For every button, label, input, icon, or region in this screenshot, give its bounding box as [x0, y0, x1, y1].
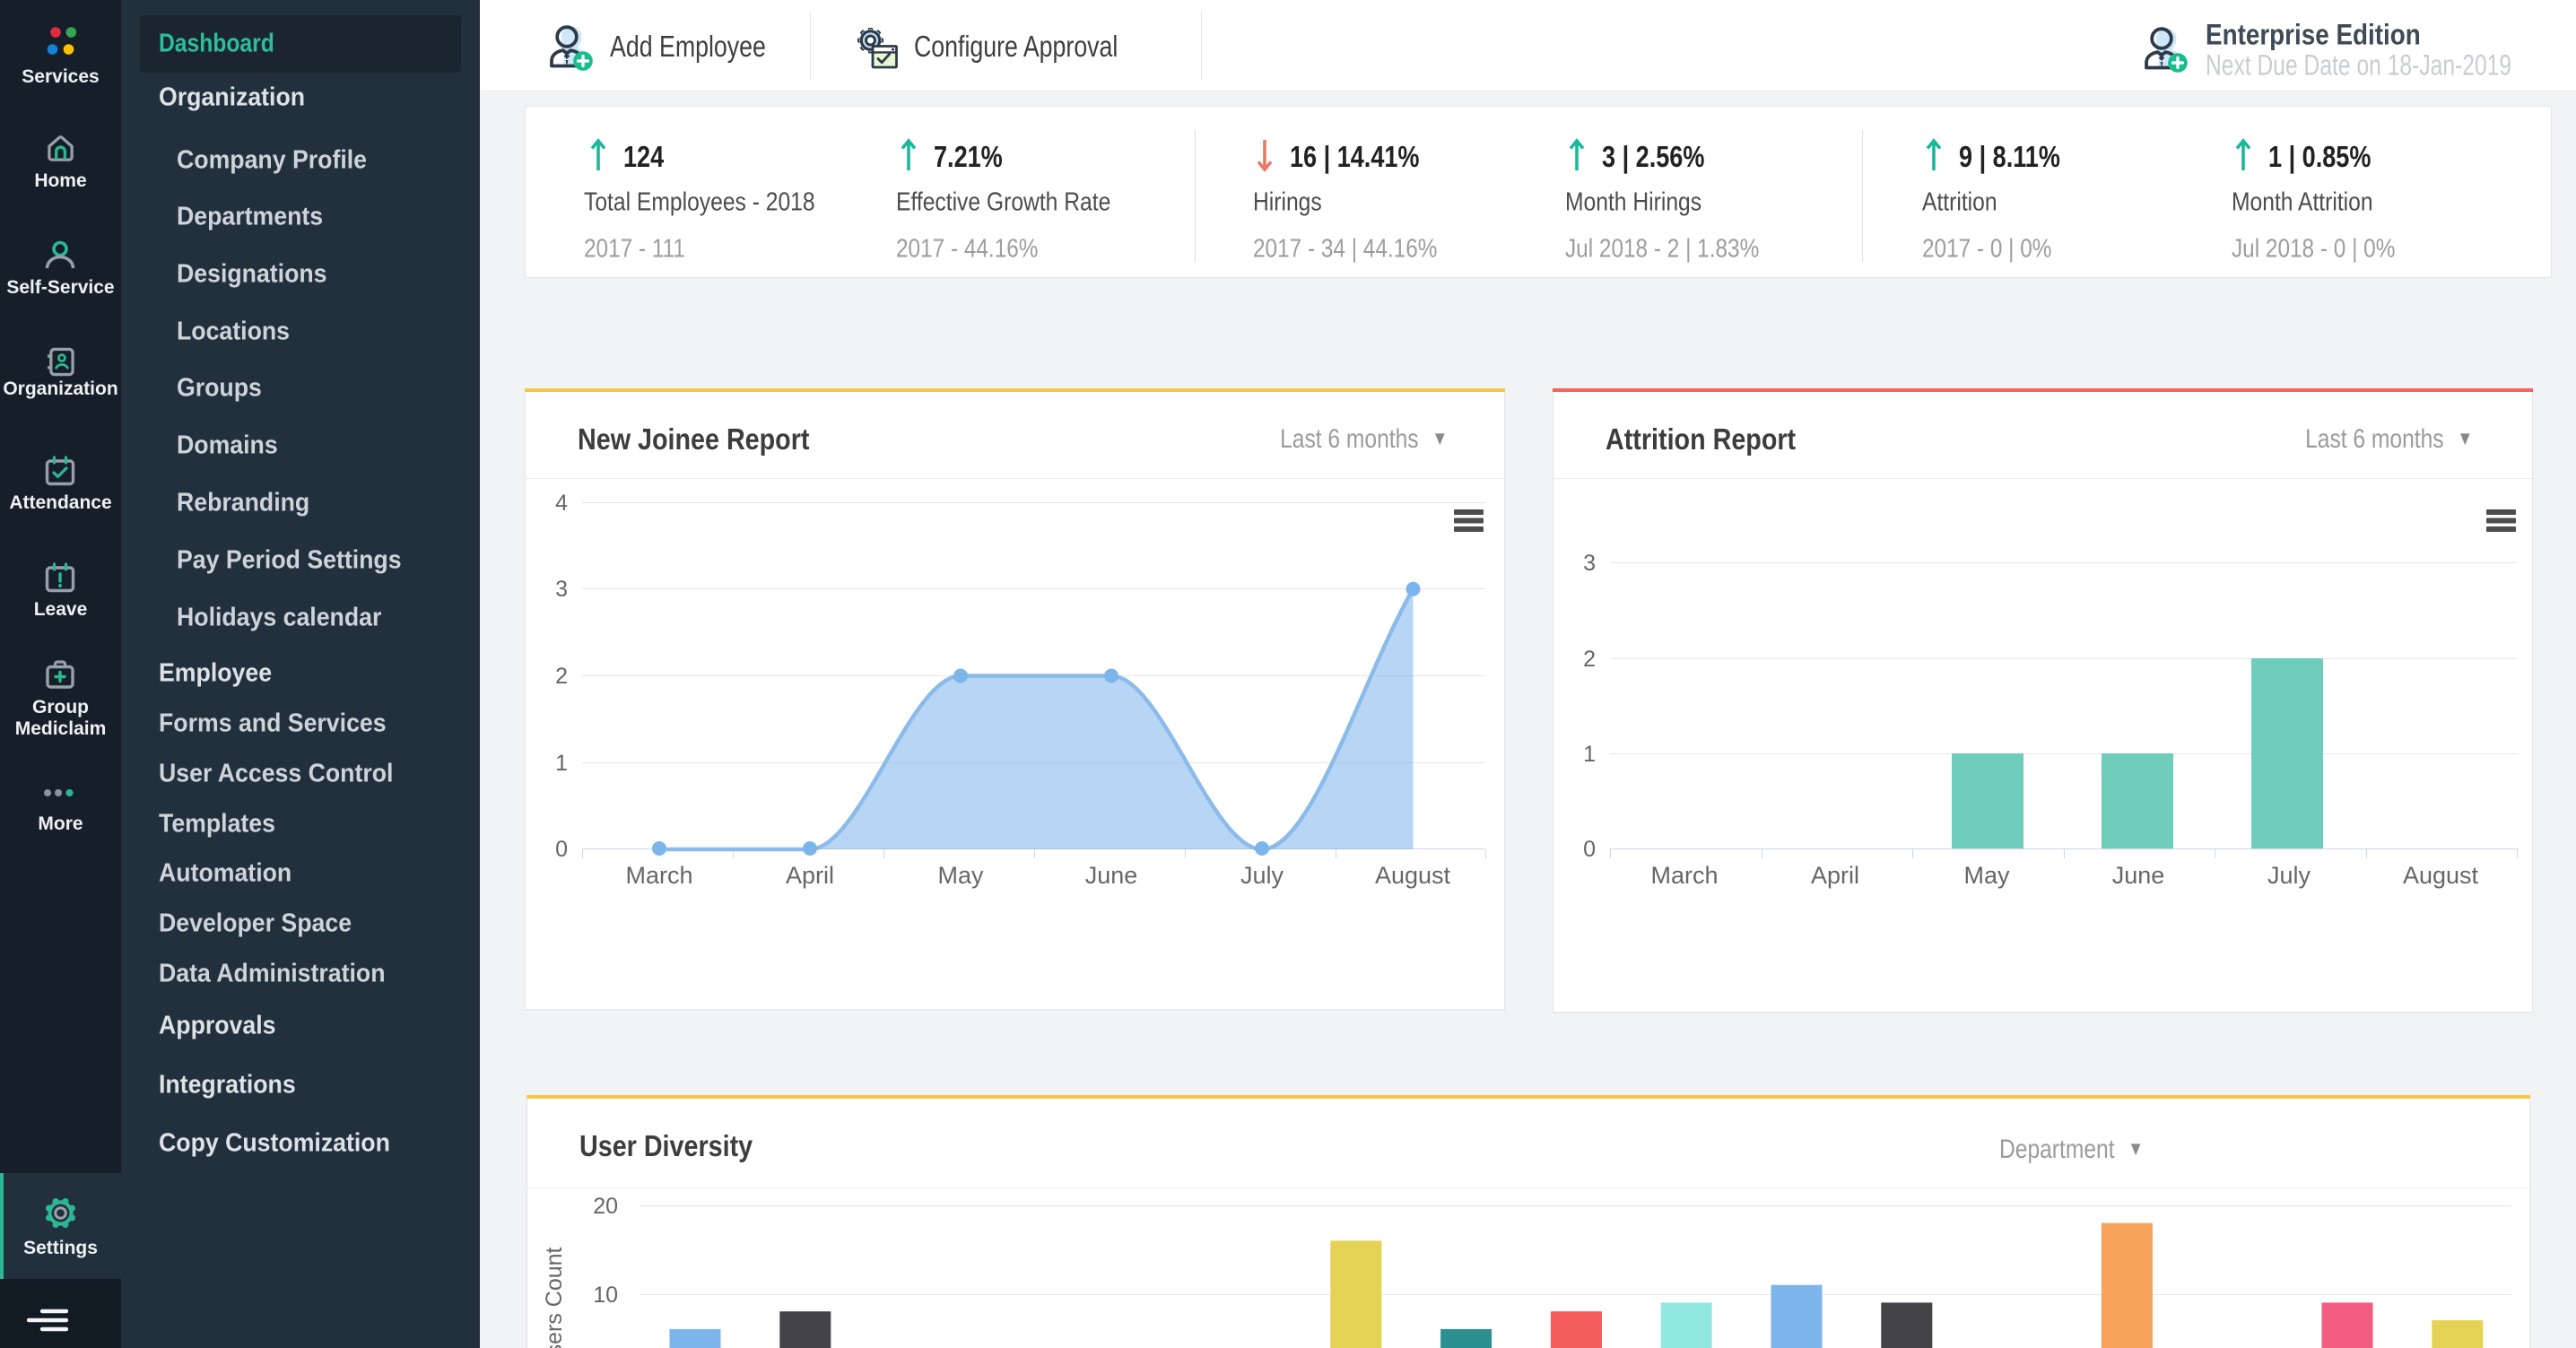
svg-text:3: 3 [555, 577, 568, 602]
svg-text:July: July [2267, 862, 2311, 889]
svg-text:4: 4 [555, 491, 568, 516]
svg-text:August: August [1375, 862, 1451, 889]
svg-text:20: 20 [593, 1194, 618, 1219]
svg-text:0: 0 [555, 837, 568, 862]
svg-text:May: May [1963, 862, 2010, 889]
svg-text:June: June [2112, 862, 2165, 889]
svg-text:1: 1 [555, 751, 568, 776]
svg-text:August: August [2403, 862, 2479, 889]
svg-text:April: April [1811, 862, 1859, 889]
svg-text:April: April [786, 862, 834, 889]
svg-text:1: 1 [1583, 742, 1596, 767]
svg-text:June: June [1085, 862, 1138, 889]
svg-text:2: 2 [555, 664, 568, 689]
svg-text:July: July [1240, 862, 1284, 889]
svg-text:3: 3 [1583, 551, 1596, 576]
svg-text:March: March [625, 862, 692, 889]
svg-text:10: 10 [593, 1283, 618, 1308]
svg-text:May: May [937, 862, 984, 889]
svg-text:March: March [1650, 862, 1718, 889]
svg-text:2: 2 [1583, 647, 1596, 672]
svg-text:Users Count: Users Count [542, 1247, 567, 1348]
svg-text:0: 0 [1583, 837, 1596, 862]
